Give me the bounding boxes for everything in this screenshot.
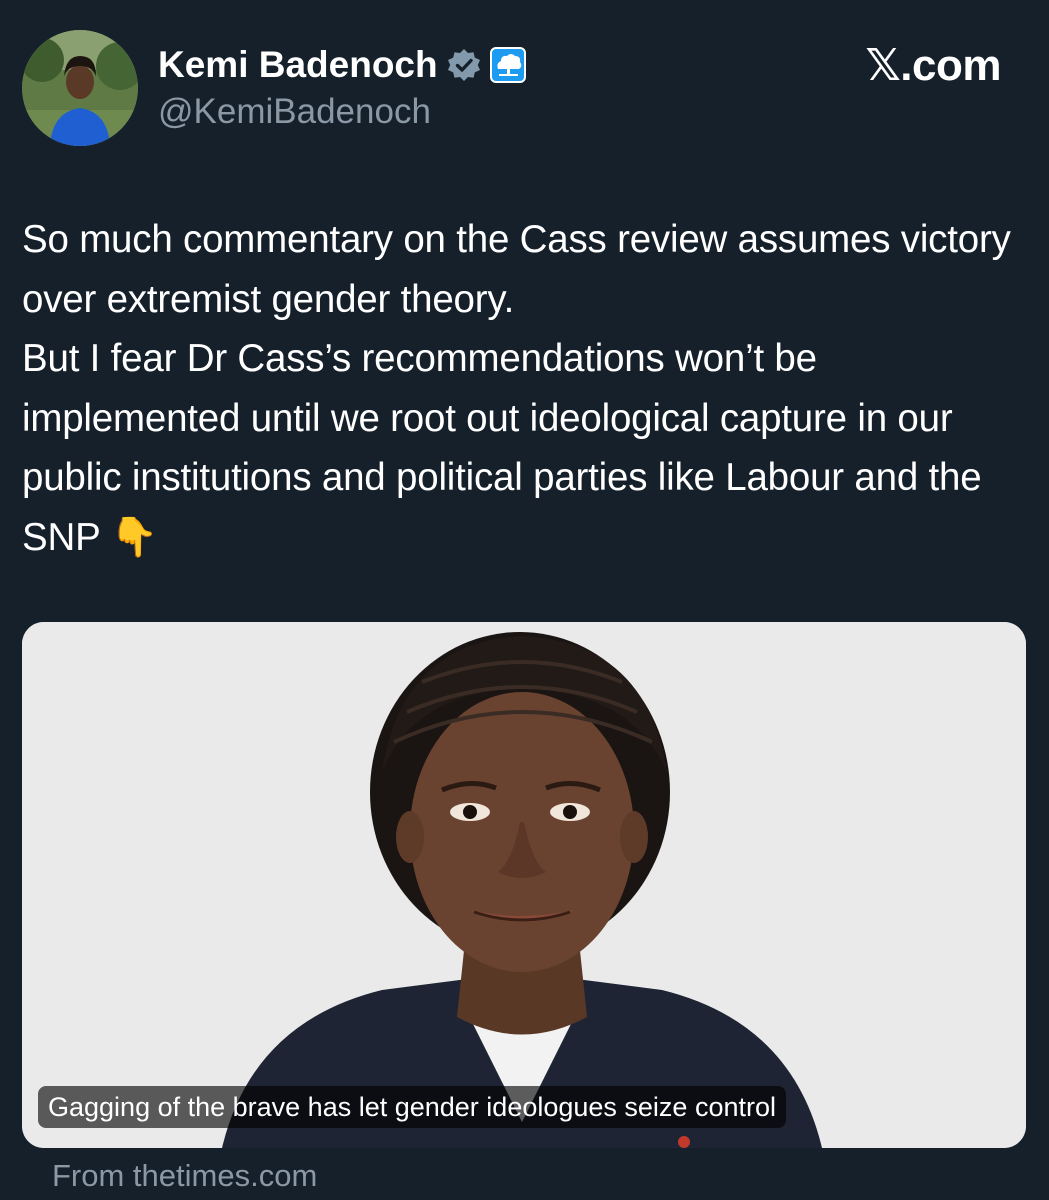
user-handle[interactable]: @KemiBadenoch — [158, 92, 431, 132]
tweet-header: Kemi Badenoch @KemiBadenoch 𝕏.com — [0, 0, 1049, 160]
link-source[interactable]: From thetimes.com — [52, 1158, 317, 1194]
verified-badge-icon — [446, 47, 482, 83]
article-photo — [22, 622, 1026, 1148]
conservative-party-tree-icon[interactable] — [489, 47, 526, 83]
display-name[interactable]: Kemi Badenoch — [158, 44, 438, 86]
tweet-text: So much commentary on the Cass review as… — [22, 218, 1011, 559]
name-row: Kemi Badenoch — [158, 42, 526, 88]
x-brand-logo: 𝕏.com — [865, 41, 1001, 90]
article-headline: Gagging of the brave has let gender ideo… — [38, 1086, 786, 1128]
link-preview-card[interactable]: Gagging of the brave has let gender ideo… — [22, 622, 1026, 1148]
avatar[interactable] — [22, 30, 138, 146]
